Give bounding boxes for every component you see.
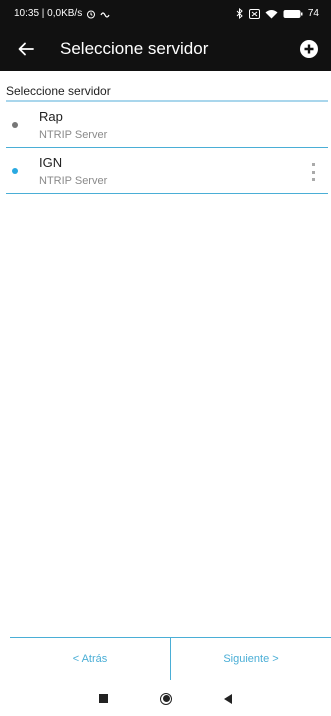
previous-button[interactable]: < Atrás [10, 638, 170, 680]
notification-icon [100, 11, 110, 18]
system-nav-bar [0, 681, 331, 716]
bluetooth-icon [236, 8, 243, 19]
wifi-icon [265, 9, 278, 18]
status-right: 74 [236, 8, 319, 19]
page-title: Seleccione servidor [60, 39, 209, 58]
status-dot [12, 122, 18, 128]
server-type: NTRIP Server [39, 129, 108, 141]
server-type: NTRIP Server [39, 175, 108, 187]
server-name: Rap [39, 109, 63, 124]
alarm-icon [87, 10, 96, 18]
sim-icon [248, 8, 260, 19]
back-triangle-icon[interactable] [224, 693, 232, 704]
status-left: 10:35 | 0,0KB/s [14, 8, 110, 19]
add-server-button[interactable] [295, 35, 323, 63]
section-header: Seleccione servidor [6, 84, 328, 102]
server-name: IGN [39, 155, 63, 170]
server-item-rap[interactable]: Rap NTRIP Server [6, 102, 328, 148]
battery-icon [283, 9, 303, 18]
next-button[interactable]: Siguiente > [171, 638, 331, 680]
back-button[interactable] [12, 35, 40, 63]
plus-circle-icon [300, 40, 318, 58]
status-dot [12, 168, 18, 174]
recent-apps-icon[interactable] [99, 694, 108, 703]
server-item-ign[interactable]: IGN NTRIP Server [6, 148, 328, 194]
more-options-icon[interactable] [310, 163, 316, 181]
arrow-left-icon [18, 42, 34, 56]
home-icon[interactable] [160, 692, 172, 705]
bottom-navigation: < Atrás Siguiente > [10, 637, 331, 680]
app-bar: Seleccione servidor [0, 27, 331, 71]
battery-level: 74 [307, 8, 319, 19]
status-bar: 10:35 | 0,0KB/s 74 [0, 0, 331, 27]
status-time: 10:35 | 0,0KB/s [14, 8, 83, 19]
